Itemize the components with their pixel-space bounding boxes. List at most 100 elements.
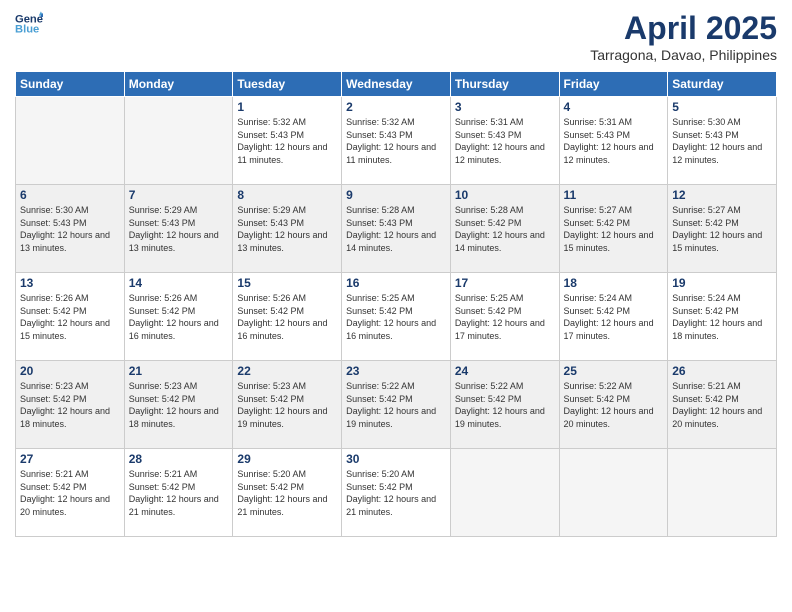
day-number: 21 [129,364,229,378]
day-info: Sunrise: 5:21 AM Sunset: 5:42 PM Dayligh… [672,380,772,430]
day-info: Sunrise: 5:22 AM Sunset: 5:42 PM Dayligh… [564,380,664,430]
day-number: 26 [672,364,772,378]
calendar-cell: 10 Sunrise: 5:28 AM Sunset: 5:42 PM Dayli… [450,185,559,273]
calendar-cell: 9 Sunrise: 5:28 AM Sunset: 5:43 PM Daylig… [342,185,451,273]
calendar-week-row: 27 Sunrise: 5:21 AM Sunset: 5:42 PM Dayli… [16,449,777,537]
calendar-cell: 20 Sunrise: 5:23 AM Sunset: 5:42 PM Dayli… [16,361,125,449]
day-number: 8 [237,188,337,202]
calendar-cell: 13 Sunrise: 5:26 AM Sunset: 5:42 PM Dayli… [16,273,125,361]
day-info: Sunrise: 5:32 AM Sunset: 5:43 PM Dayligh… [346,116,446,166]
calendar-cell: 23 Sunrise: 5:22 AM Sunset: 5:42 PM Dayli… [342,361,451,449]
day-info: Sunrise: 5:25 AM Sunset: 5:42 PM Dayligh… [455,292,555,342]
calendar-week-row: 6 Sunrise: 5:30 AM Sunset: 5:43 PM Daylig… [16,185,777,273]
calendar-cell: 27 Sunrise: 5:21 AM Sunset: 5:42 PM Dayli… [16,449,125,537]
calendar-cell [124,97,233,185]
day-number: 11 [564,188,664,202]
day-number: 10 [455,188,555,202]
day-number: 9 [346,188,446,202]
calendar-cell: 5Sunrise: 5:30 AM Sunset: 5:43 PM Daylig… [668,97,777,185]
day-number: 7 [129,188,229,202]
calendar-week-row: 13 Sunrise: 5:26 AM Sunset: 5:42 PM Dayli… [16,273,777,361]
calendar-cell: 19 Sunrise: 5:24 AM Sunset: 5:42 PM Dayli… [668,273,777,361]
calendar-cell: 22 Sunrise: 5:23 AM Sunset: 5:42 PM Dayli… [233,361,342,449]
calendar-cell: 1 Sunrise: 5:32 AM Sunset: 5:43 PM Daylig… [233,97,342,185]
col-friday: Friday [559,72,668,97]
day-number: 23 [346,364,446,378]
calendar-cell [16,97,125,185]
col-sunday: Sunday [16,72,125,97]
calendar-cell: 14 Sunrise: 5:26 AM Sunset: 5:42 PM Dayli… [124,273,233,361]
calendar-cell: 24 Sunrise: 5:22 AM Sunset: 5:42 PM Dayli… [450,361,559,449]
day-number: 30 [346,452,446,466]
day-info: Sunrise: 5:27 AM Sunset: 5:42 PM Dayligh… [564,204,664,254]
calendar-cell: 11 Sunrise: 5:27 AM Sunset: 5:42 PM Dayli… [559,185,668,273]
calendar-cell: 7 Sunrise: 5:29 AM Sunset: 5:43 PM Daylig… [124,185,233,273]
calendar-cell: 12 Sunrise: 5:27 AM Sunset: 5:42 PM Dayli… [668,185,777,273]
calendar-cell: 16Sunrise: 5:25 AM Sunset: 5:42 PM Dayli… [342,273,451,361]
calendar-cell [450,449,559,537]
day-number: 5 [672,100,772,114]
col-wednesday: Wednesday [342,72,451,97]
calendar-cell: 30 Sunrise: 5:20 AM Sunset: 5:42 PM Dayli… [342,449,451,537]
col-tuesday: Tuesday [233,72,342,97]
calendar-cell: 26 Sunrise: 5:21 AM Sunset: 5:42 PM Dayli… [668,361,777,449]
day-number: 17 [455,276,555,290]
month-title: April 2025 [590,10,777,47]
calendar-cell: 17 Sunrise: 5:25 AM Sunset: 5:42 PM Dayli… [450,273,559,361]
day-number: 12 [672,188,772,202]
day-info: Sunrise: 5:24 AM Sunset: 5:42 PM Dayligh… [564,292,664,342]
calendar-header-row: Sunday Monday Tuesday Wednesday Thursday… [16,72,777,97]
logo-icon: General Blue [15,10,43,38]
calendar-cell: 15Sunrise: 5:26 AM Sunset: 5:42 PM Dayli… [233,273,342,361]
day-info: Sunrise: 5:30 AM Sunset: 5:43 PM Dayligh… [20,204,120,254]
day-info: Sunrise: 5:25 AM Sunset: 5:42 PM Dayligh… [346,292,446,342]
day-info: Sunrise: 5:21 AM Sunset: 5:42 PM Dayligh… [129,468,229,518]
day-number: 22 [237,364,337,378]
day-number: 3 [455,100,555,114]
calendar-cell: 8 Sunrise: 5:29 AM Sunset: 5:43 PM Daylig… [233,185,342,273]
day-info: Sunrise: 5:26 AM Sunset: 5:42 PM Dayligh… [129,292,229,342]
day-number: 28 [129,452,229,466]
calendar-cell: 6 Sunrise: 5:30 AM Sunset: 5:43 PM Daylig… [16,185,125,273]
svg-text:Blue: Blue [15,23,39,35]
day-number: 27 [20,452,120,466]
day-info: Sunrise: 5:23 AM Sunset: 5:42 PM Dayligh… [20,380,120,430]
day-info: Sunrise: 5:22 AM Sunset: 5:42 PM Dayligh… [346,380,446,430]
day-info: Sunrise: 5:29 AM Sunset: 5:43 PM Dayligh… [237,204,337,254]
day-number: 24 [455,364,555,378]
logo: General Blue [15,10,43,38]
day-info: Sunrise: 5:21 AM Sunset: 5:42 PM Dayligh… [20,468,120,518]
day-info: Sunrise: 5:27 AM Sunset: 5:42 PM Dayligh… [672,204,772,254]
day-info: Sunrise: 5:23 AM Sunset: 5:42 PM Dayligh… [129,380,229,430]
calendar-cell [559,449,668,537]
calendar-table: Sunday Monday Tuesday Wednesday Thursday… [15,71,777,537]
day-number: 14 [129,276,229,290]
day-number: 20 [20,364,120,378]
day-info: Sunrise: 5:32 AM Sunset: 5:43 PM Dayligh… [237,116,337,166]
day-number: 25 [564,364,664,378]
day-number: 4 [564,100,664,114]
day-info: Sunrise: 5:28 AM Sunset: 5:43 PM Dayligh… [346,204,446,254]
day-info: Sunrise: 5:29 AM Sunset: 5:43 PM Dayligh… [129,204,229,254]
day-info: Sunrise: 5:20 AM Sunset: 5:42 PM Dayligh… [346,468,446,518]
location-subtitle: Tarragona, Davao, Philippines [590,47,777,63]
day-info: Sunrise: 5:31 AM Sunset: 5:43 PM Dayligh… [455,116,555,166]
day-number: 13 [20,276,120,290]
day-number: 1 [237,100,337,114]
day-info: Sunrise: 5:26 AM Sunset: 5:42 PM Dayligh… [20,292,120,342]
day-number: 18 [564,276,664,290]
day-info: Sunrise: 5:22 AM Sunset: 5:42 PM Dayligh… [455,380,555,430]
day-number: 6 [20,188,120,202]
day-info: Sunrise: 5:23 AM Sunset: 5:42 PM Dayligh… [237,380,337,430]
calendar-cell: 2Sunrise: 5:32 AM Sunset: 5:43 PM Daylig… [342,97,451,185]
calendar-cell: 21 Sunrise: 5:23 AM Sunset: 5:42 PM Dayli… [124,361,233,449]
day-info: Sunrise: 5:24 AM Sunset: 5:42 PM Dayligh… [672,292,772,342]
title-block: April 2025 Tarragona, Davao, Philippines [590,10,777,63]
calendar-cell: 29Sunrise: 5:20 AM Sunset: 5:42 PM Dayli… [233,449,342,537]
day-number: 19 [672,276,772,290]
calendar-cell [668,449,777,537]
col-thursday: Thursday [450,72,559,97]
col-saturday: Saturday [668,72,777,97]
day-info: Sunrise: 5:28 AM Sunset: 5:42 PM Dayligh… [455,204,555,254]
calendar-week-row: 20 Sunrise: 5:23 AM Sunset: 5:42 PM Dayli… [16,361,777,449]
